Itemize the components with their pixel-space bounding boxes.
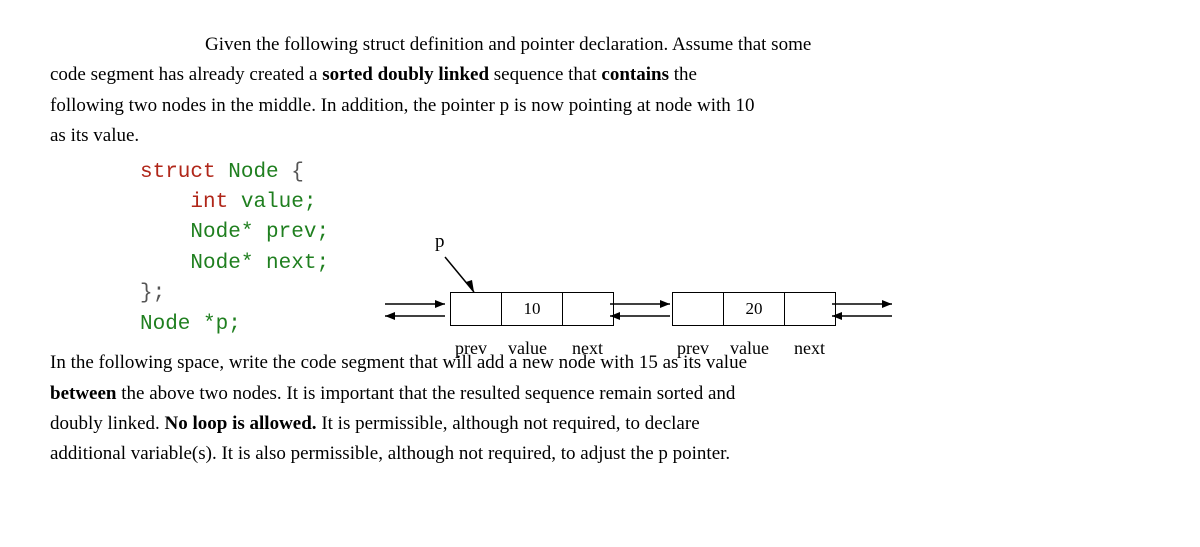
code-line-2: int value; — [140, 188, 1150, 218]
field-value: value; — [241, 191, 317, 214]
para2-line3: doubly linked. No loop is allowed. It is… — [50, 409, 1030, 439]
label-next-1: next — [572, 334, 603, 363]
ext-arrows-left — [385, 292, 455, 342]
para2-line4: additional variable(s). It is also permi… — [50, 439, 1030, 469]
node-10-prev-cell — [450, 292, 502, 326]
ext-arrows-right — [832, 292, 902, 342]
para2-noloop-bold: No loop is allowed. — [165, 413, 317, 434]
node-20-value-cell: 20 — [723, 292, 785, 326]
node-20-prev-cell — [672, 292, 724, 326]
linked-list-diagram: p 10 prev value next 2 — [410, 222, 990, 392]
para1-line3: following two nodes in the middle. In ad… — [50, 91, 1030, 121]
label-value-1: value — [508, 334, 547, 363]
type-node-ptr2: Node* — [190, 252, 253, 275]
node-10-next-cell — [562, 292, 614, 326]
node-20-next-cell — [784, 292, 836, 326]
para1-line1: Given the following struct definition an… — [50, 30, 1030, 60]
field-next: next; — [266, 252, 329, 275]
label-value-2: value — [730, 334, 769, 363]
ptr-p: *p; — [203, 313, 241, 336]
type-node2: Node — [140, 313, 190, 336]
type-node-ptr: Node* — [190, 221, 253, 244]
close-brace: }; — [140, 282, 165, 305]
para1-line4: as its value. — [50, 121, 1030, 151]
open-brace: { — [291, 161, 304, 184]
link-arrows-1-2 — [610, 292, 680, 342]
question-paragraph-1: Given the following struct definition an… — [50, 30, 1030, 152]
label-next-2: next — [794, 334, 825, 363]
keyword-int: int — [190, 191, 228, 214]
keyword-struct: struct — [140, 161, 216, 184]
label-prev-1: prev — [455, 334, 487, 363]
field-prev: prev; — [266, 221, 329, 244]
para2-between-bold: between — [50, 383, 116, 404]
code-line-1: struct Node { — [140, 158, 1150, 188]
type-node: Node — [228, 161, 278, 184]
para1-line2: code segment has already created a sorte… — [50, 60, 1030, 90]
node-10-value-cell: 10 — [501, 292, 563, 326]
label-prev-2: prev — [677, 334, 709, 363]
